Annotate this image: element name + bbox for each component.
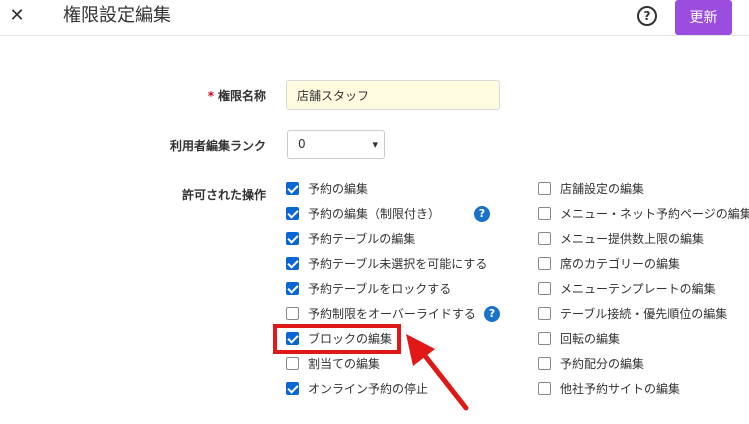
permission-item[interactable]: メニュー・ネット予約ページの編集	[538, 203, 749, 223]
help-icon-limited-edit[interactable]: ?	[474, 206, 490, 222]
checkbox-unchecked[interactable]	[286, 306, 299, 320]
permission-label: 予約テーブルをロックする	[308, 281, 452, 296]
permission-label: ブロックの編集	[308, 331, 393, 346]
checkbox-unchecked[interactable]	[538, 181, 551, 195]
rank-label: 利用者編集ランク	[169, 139, 266, 153]
help-icon[interactable]: ?	[637, 6, 657, 26]
checkbox-checked[interactable]	[286, 281, 299, 295]
name-input[interactable]	[286, 80, 500, 110]
permission-label: 回転の編集	[560, 331, 621, 346]
permission-label: 予約配分の編集	[560, 356, 645, 371]
permission-label: メニュー・ネット予約ページの編集	[560, 206, 749, 221]
permission-label: 予約の編集（制限付き）	[308, 206, 441, 221]
checkbox-unchecked[interactable]	[538, 206, 551, 220]
permission-label: 予約テーブルの編集	[308, 231, 416, 246]
permission-item[interactable]: 割当ての編集	[286, 353, 380, 373]
rank-select-value: 0	[298, 137, 306, 151]
permission-item[interactable]: ブロックの編集	[286, 328, 392, 348]
dialog-header: ✕ 権限設定編集 ? 更新	[0, 0, 749, 36]
permission-item[interactable]: メニューテンプレートの編集	[538, 278, 716, 298]
checkbox-unchecked[interactable]	[538, 231, 551, 245]
permission-item[interactable]: 予約制限をオーバーライドする	[286, 303, 476, 323]
help-icon-override[interactable]: ?	[484, 306, 500, 322]
permission-item[interactable]: 回転の編集	[538, 328, 620, 348]
permission-label: オンライン予約の停止	[308, 381, 429, 396]
checkbox-checked[interactable]	[286, 206, 299, 220]
permissions-label: 許可された操作	[181, 188, 266, 202]
permission-item[interactable]: メニュー提供数上限の編集	[538, 228, 704, 248]
checkbox-checked[interactable]	[286, 381, 299, 395]
checkbox-checked[interactable]	[286, 181, 299, 195]
permission-item[interactable]: 予約テーブル未選択を可能にする	[286, 253, 487, 273]
permission-label: 他社予約サイトの編集	[560, 381, 681, 396]
permission-item[interactable]: 席のカテゴリーの編集	[538, 253, 680, 273]
permission-label: 予約テーブル未選択を可能にする	[308, 256, 488, 271]
permission-item[interactable]: 予約テーブルの編集	[286, 228, 415, 248]
name-label-text: 権限名称	[217, 89, 266, 103]
permission-label: メニューテンプレートの編集	[560, 281, 716, 296]
checkbox-checked[interactable]	[286, 231, 299, 245]
permission-item[interactable]: 予約の編集	[286, 178, 368, 198]
rank-select[interactable]: 0 ▾	[287, 130, 385, 159]
name-label: * 権限名称	[180, 87, 266, 104]
checkbox-checked[interactable]	[286, 331, 299, 345]
required-mark: *	[207, 89, 214, 103]
chevron-down-icon: ▾	[372, 138, 378, 151]
checkbox-unchecked[interactable]	[538, 331, 551, 345]
permission-label: メニュー提供数上限の編集	[560, 231, 705, 246]
permission-item[interactable]: 予約の編集（制限付き）	[286, 203, 440, 223]
permission-item[interactable]: オンライン予約の停止	[286, 378, 428, 398]
checkbox-checked[interactable]	[286, 256, 299, 270]
permission-label: 店舗設定の編集	[560, 181, 645, 196]
checkbox-unchecked[interactable]	[538, 281, 551, 295]
permission-label: テーブル接続・優先順位の編集	[560, 306, 728, 321]
checkbox-unchecked[interactable]	[538, 256, 551, 270]
permission-item[interactable]: テーブル接続・優先順位の編集	[538, 303, 727, 323]
permission-item[interactable]: 店舗設定の編集	[538, 178, 644, 198]
page-title: 権限設定編集	[63, 5, 171, 26]
close-icon[interactable]: ✕	[6, 5, 28, 27]
checkbox-unchecked[interactable]	[538, 306, 551, 320]
permission-label: 席のカテゴリーの編集	[560, 256, 681, 271]
permission-item[interactable]: 予約テーブルをロックする	[286, 278, 451, 298]
checkbox-unchecked[interactable]	[538, 356, 551, 370]
checkbox-unchecked[interactable]	[286, 356, 299, 370]
permission-label: 予約制限をオーバーライドする	[308, 306, 476, 321]
permission-label: 割当ての編集	[308, 356, 381, 371]
checkbox-unchecked[interactable]	[538, 381, 551, 395]
update-button[interactable]: 更新	[675, 0, 732, 35]
permission-item[interactable]: 予約配分の編集	[538, 353, 644, 373]
permission-label: 予約の編集	[308, 181, 369, 196]
permission-item[interactable]: 他社予約サイトの編集	[538, 378, 680, 398]
